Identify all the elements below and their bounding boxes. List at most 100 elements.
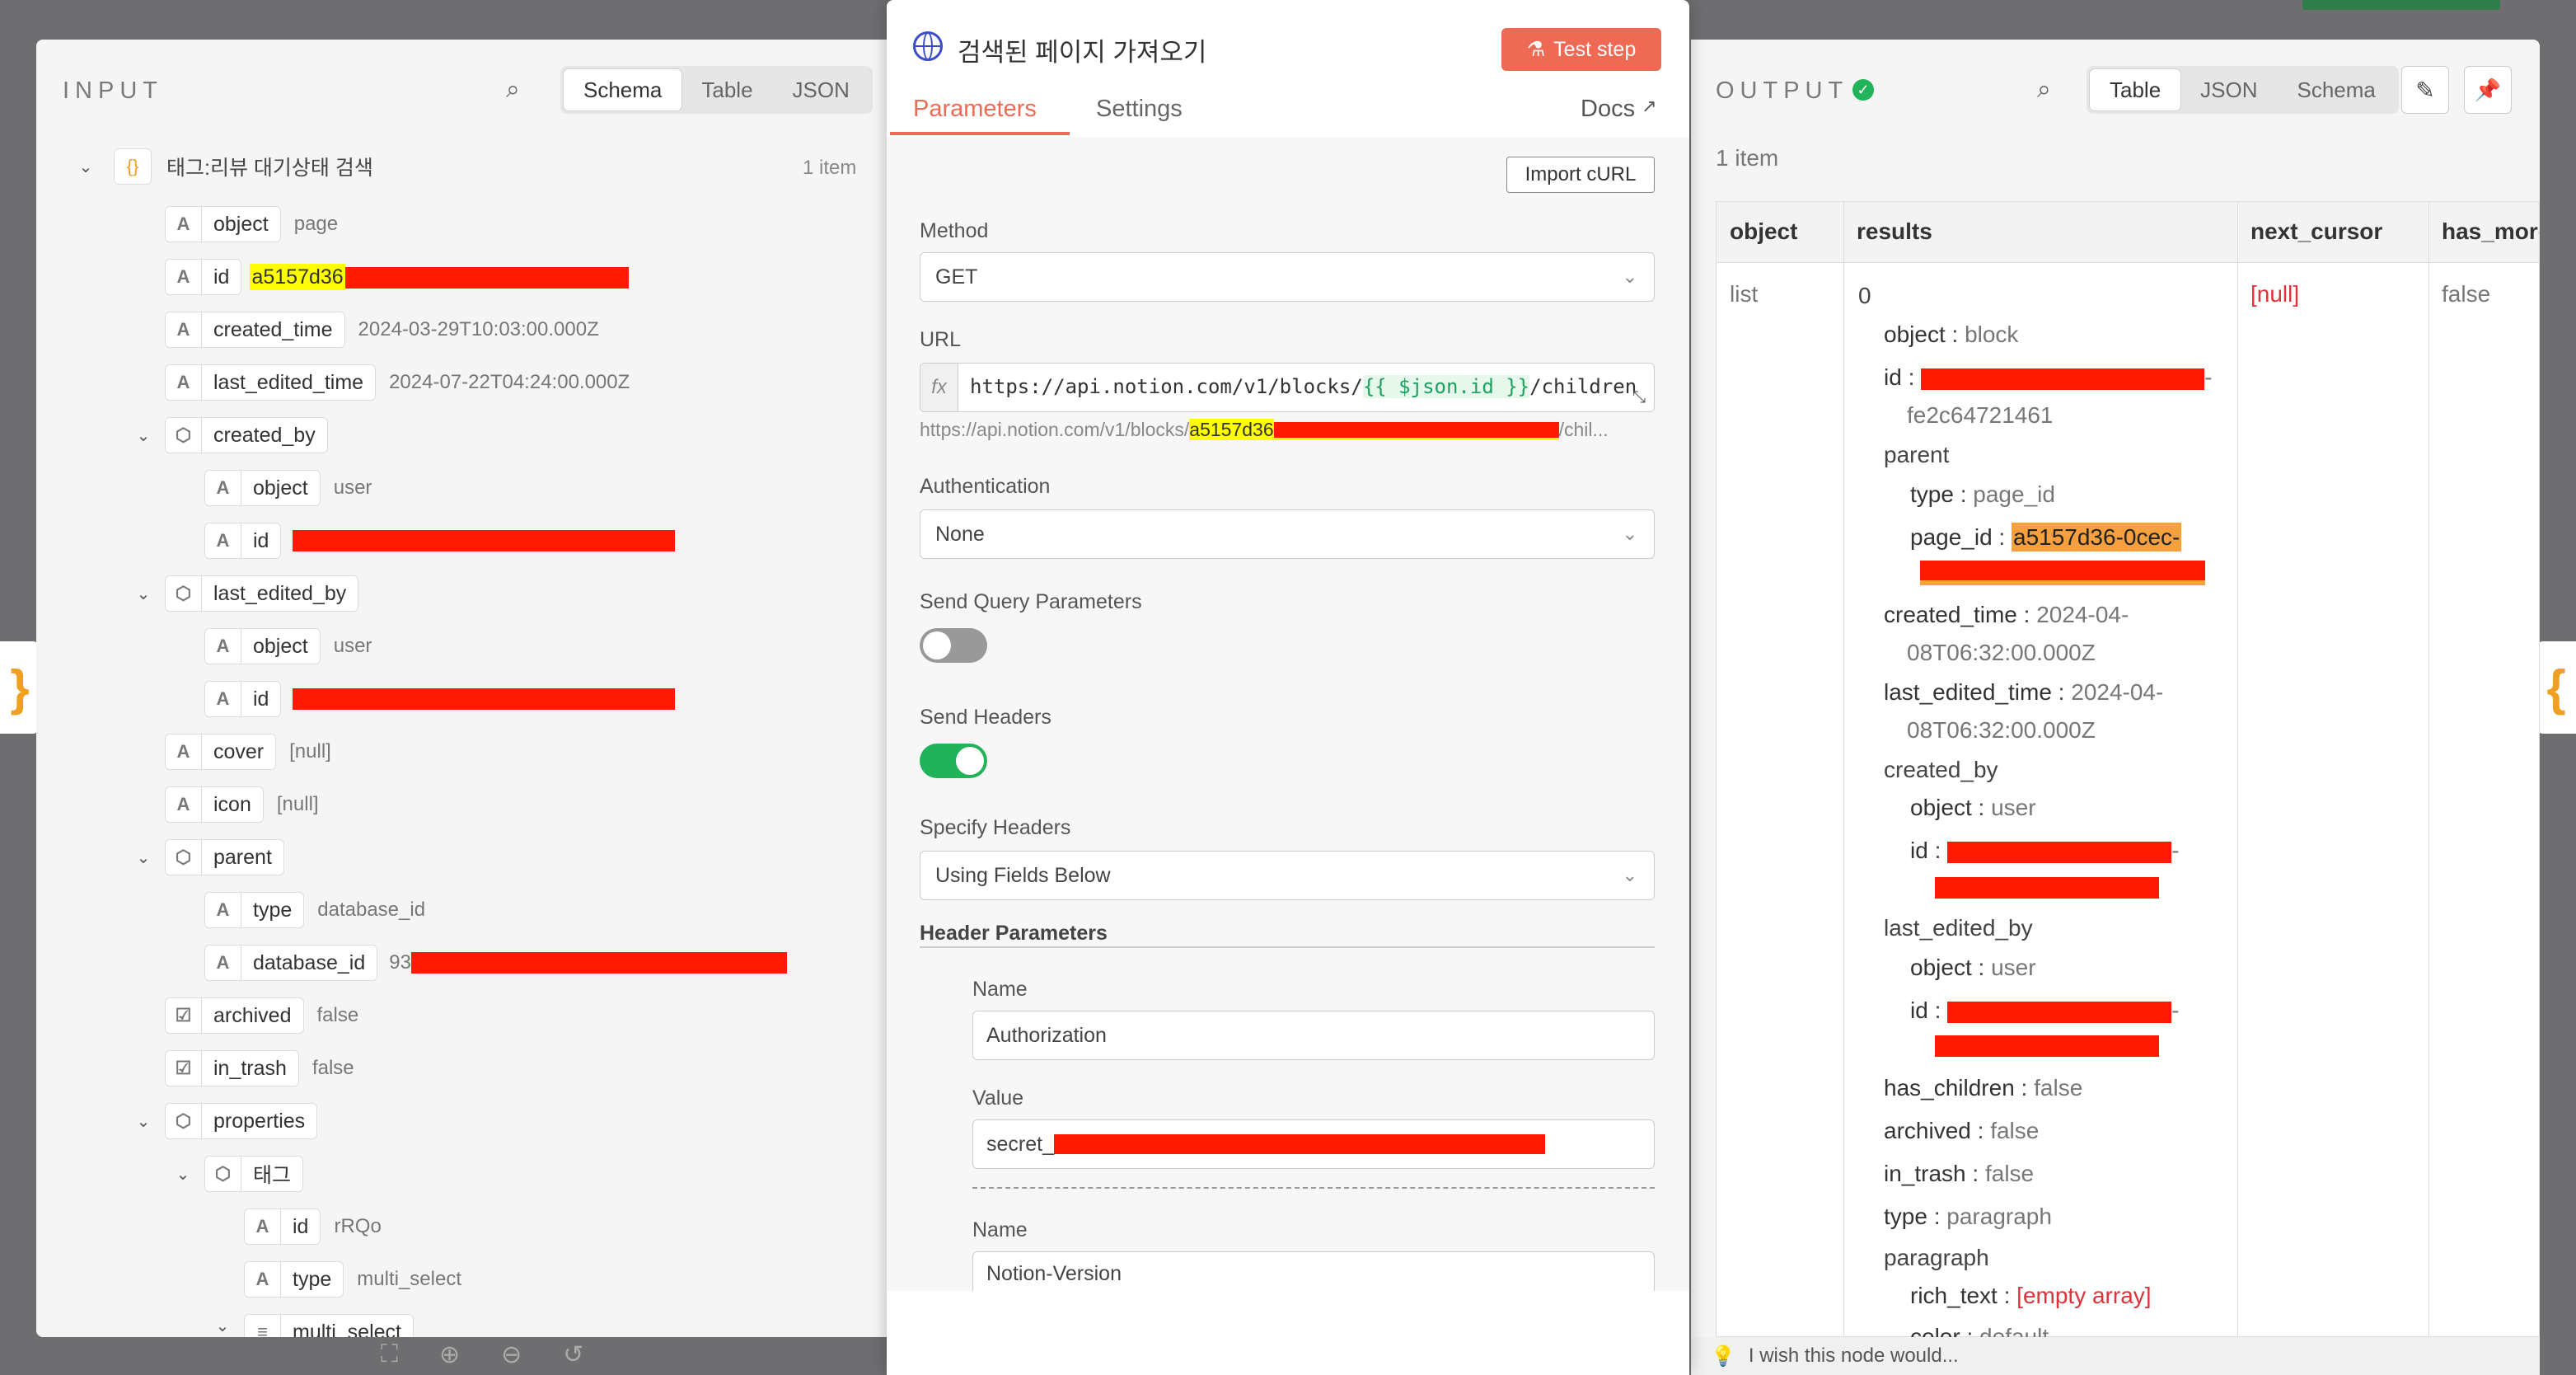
string-icon: A <box>205 523 241 558</box>
zoom-out-icon[interactable]: ⊖ <box>501 1340 522 1375</box>
tab-settings[interactable]: Settings <box>1096 96 1183 123</box>
search-icon[interactable]: ⌕ <box>506 76 520 104</box>
col-has-more[interactable]: has_more <box>2442 218 2539 245</box>
redaction <box>344 267 629 289</box>
field-created-time[interactable]: Acreated_time 2024-03-29T10:03:00.000Z <box>165 312 599 348</box>
col-results[interactable]: results <box>1857 218 1932 245</box>
redaction <box>410 952 787 974</box>
field-id[interactable]: Aid a5157d36 <box>165 259 629 295</box>
root-label: 태그:리뷰 대기상태 검색 <box>166 157 373 180</box>
object-icon: {} <box>114 148 152 185</box>
docs-link[interactable]: Docs ↗ <box>1581 96 1657 123</box>
chevron-down-icon[interactable]: ⌄ <box>132 424 155 447</box>
schema-root[interactable]: ⌄ {} 태그:리뷰 대기상태 검색 <box>74 148 373 185</box>
chevron-down-icon[interactable]: ⌄ <box>132 582 155 605</box>
divider <box>972 1187 1655 1189</box>
field-last-edited-time[interactable]: Alast_edited_time 2024-07-22T04:24:00.000… <box>165 364 630 401</box>
external-link-icon: ↗ <box>1642 96 1657 116</box>
cell-next-cursor: [null] <box>2250 281 2300 307</box>
field-in-trash[interactable]: ☑ in_trash false <box>165 1050 354 1086</box>
string-icon: A <box>205 629 241 664</box>
field-cover[interactable]: Acover [null] <box>165 734 331 770</box>
value-label: Value <box>972 1086 1024 1110</box>
tab-schema[interactable]: Schema <box>2278 69 2396 110</box>
edit-icon[interactable]: ✎ <box>2401 66 2449 114</box>
field-leb-object[interactable]: Aobject user <box>204 628 372 664</box>
tab-json[interactable]: JSON <box>773 69 869 110</box>
field-cb-object[interactable]: Aobject user <box>204 470 372 506</box>
import-curl-button[interactable]: Import cURL <box>1506 157 1655 193</box>
string-icon: A <box>245 1262 281 1297</box>
chevron-down-icon[interactable]: ⌄ <box>132 1110 155 1133</box>
field-tag-multi-select[interactable]: ⌄ ≡ multi_select <box>211 1314 414 1337</box>
feedback-bar[interactable]: 💡 I wish this node would... <box>1691 1337 2540 1375</box>
field-created-by[interactable]: ⌄ ⬡ created_by <box>132 417 328 453</box>
url-input[interactable]: fx https://api.notion.com/v1/blocks/{{ $… <box>920 363 1655 412</box>
field-tag[interactable]: ⌄ ⬡ 태그 <box>171 1156 304 1192</box>
string-icon: A <box>205 946 241 980</box>
active-tab-indicator <box>890 132 1070 135</box>
col-object[interactable]: object <box>1730 218 1797 245</box>
field-cb-id[interactable]: Aid <box>204 523 676 559</box>
search-icon[interactable]: ⌕ <box>2037 76 2051 104</box>
chevron-down-icon[interactable]: ⌄ <box>171 1162 194 1185</box>
header-value-input[interactable]: secret_ <box>972 1119 1655 1169</box>
string-icon: A <box>166 312 202 347</box>
send-query-toggle[interactable] <box>920 628 987 663</box>
name-label-2: Name <box>972 1218 1028 1241</box>
chevron-down-icon[interactable]: ⌄ <box>74 155 97 178</box>
divider <box>920 946 1655 948</box>
tab-json[interactable]: JSON <box>2180 69 2277 110</box>
r-created-by: created_by <box>1884 757 1998 782</box>
send-headers-toggle[interactable] <box>920 744 987 778</box>
r-archived: archived : false <box>1884 1118 2040 1143</box>
field-archived[interactable]: ☑ archived false <box>165 997 358 1034</box>
fit-view-icon[interactable]: ⛶ <box>381 1340 398 1375</box>
test-step-button[interactable]: ⚗ Test step <box>1501 28 1661 71</box>
tab-table[interactable]: Table <box>2090 69 2181 110</box>
chevron-down-icon: ⌄ <box>1622 523 1637 544</box>
tab-parameters[interactable]: Parameters <box>913 96 1037 123</box>
list-icon: ≡ <box>245 1315 281 1337</box>
checkbox-icon: ☑ <box>166 998 202 1033</box>
chevron-down-icon[interactable]: ⌄ <box>132 846 155 869</box>
col-next-cursor[interactable]: next_cursor <box>2250 218 2382 245</box>
auth-select[interactable]: None ⌄ <box>920 509 1655 559</box>
method-select[interactable]: GET ⌄ <box>920 252 1655 302</box>
next-node-icon[interactable]: { <box>2536 641 2576 734</box>
string-icon: A <box>205 682 241 716</box>
field-icon[interactable]: Aicon [null] <box>165 786 319 823</box>
expand-icon[interactable]: ⤡ <box>1632 388 1646 407</box>
field-leb-id[interactable]: Aid <box>204 681 676 717</box>
field-tag-type[interactable]: Atype multi_select <box>244 1261 461 1298</box>
field-parent-type[interactable]: Atype database_id <box>204 892 425 928</box>
header-name-input[interactable]: Authorization <box>972 1011 1655 1060</box>
header-name-input-2[interactable]: Notion-Version <box>972 1251 1655 1291</box>
field-parent-database-id[interactable]: Adatabase_id 93 <box>204 945 787 981</box>
chevron-down-icon: ⌄ <box>1622 266 1637 287</box>
field-parent[interactable]: ⌄ ⬡ parent <box>132 839 284 875</box>
r-parent-page-id: page_id : a5157d36-0cec- <box>1910 523 2182 551</box>
tab-schema[interactable]: Schema <box>564 69 682 110</box>
field-last-edited-by[interactable]: ⌄ ⬡ last_edited_by <box>132 575 359 612</box>
field-tag-id[interactable]: Aid rRQo <box>244 1208 382 1245</box>
r-cb-object: object : user <box>1910 795 2036 820</box>
chevron-down-icon: ⌄ <box>1622 865 1637 885</box>
r-last-edited-time: last_edited_time : 2024-04- <box>1884 679 2164 705</box>
name-label: Name <box>972 978 1028 1001</box>
pin-icon[interactable]: 📌 <box>2464 66 2512 114</box>
zoom-in-icon[interactable]: ⊕ <box>439 1340 460 1375</box>
chevron-down-icon[interactable]: ⌄ <box>211 1314 234 1337</box>
redaction <box>1920 561 2205 580</box>
parameters-body <box>887 137 1689 1375</box>
input-view-switch: Schema Table JSON <box>560 66 873 114</box>
prev-node-icon[interactable]: } <box>0 641 40 734</box>
tab-table[interactable]: Table <box>681 69 772 110</box>
specify-headers-select[interactable]: Using Fields Below ⌄ <box>920 851 1655 900</box>
url-label: URL <box>920 328 962 351</box>
redaction <box>1921 368 2205 390</box>
field-properties[interactable]: ⌄ ⬡ properties <box>132 1103 318 1139</box>
node-title[interactable]: 검색된 페이지 가져오기 <box>958 31 1206 68</box>
reset-icon[interactable]: ↺ <box>563 1340 583 1375</box>
field-object[interactable]: Aobject page <box>165 206 338 242</box>
